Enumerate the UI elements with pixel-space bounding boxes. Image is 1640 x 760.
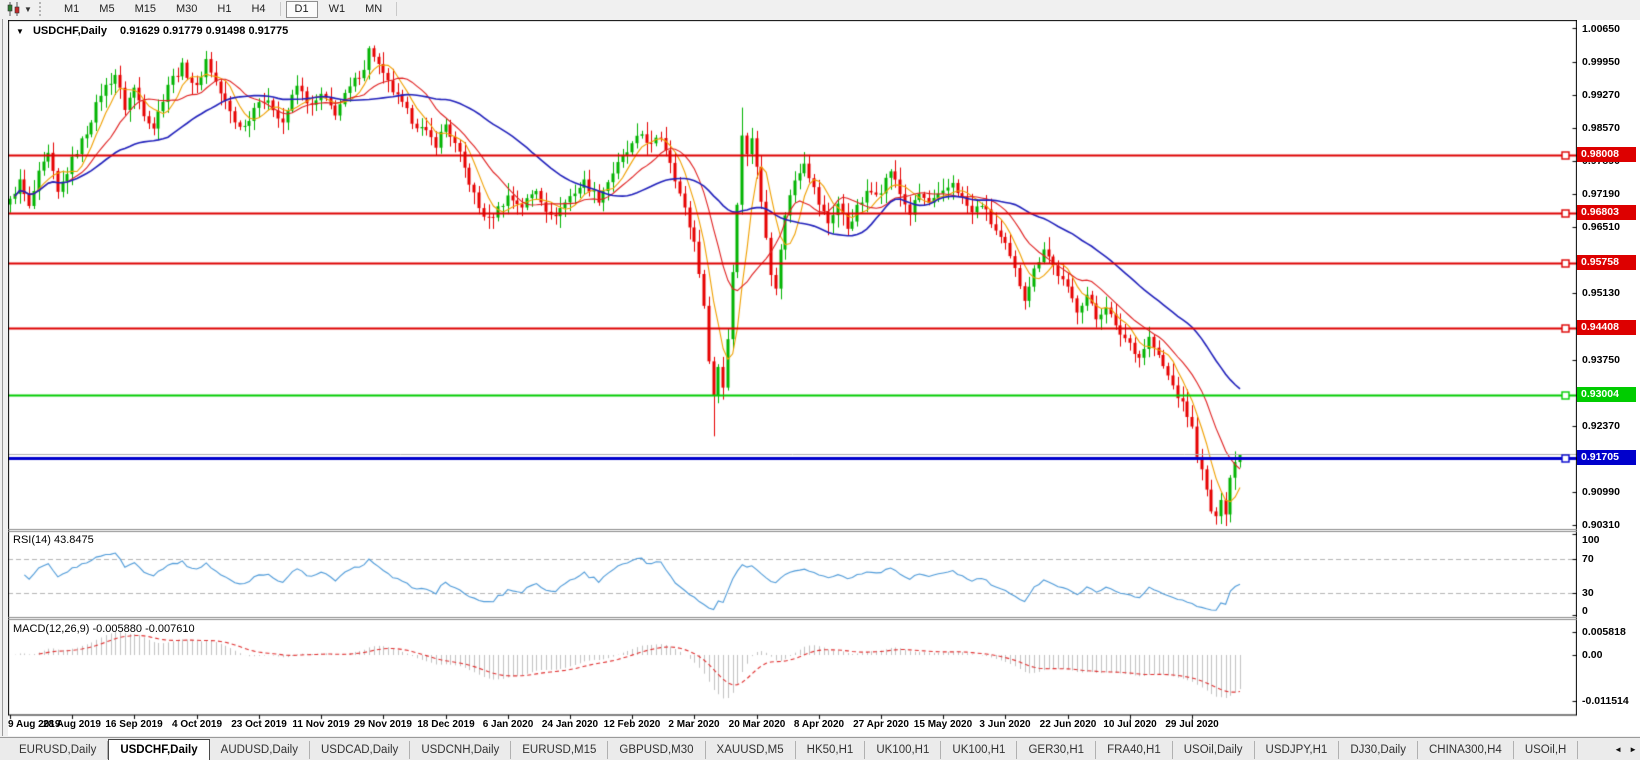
price-tick-label: 0.93750	[1582, 353, 1620, 366]
price-tick-label: 0.98570	[1582, 122, 1620, 135]
chart-tab-usdcad-daily[interactable]: USDCAD,Daily	[310, 740, 411, 759]
toolbar-grip[interactable]	[39, 2, 46, 16]
chart-tab-dj30-daily[interactable]: DJ30,Daily	[1339, 740, 1418, 759]
macd-indicator-label: MACD(12,26,9) -0.005880 -0.007610	[13, 623, 195, 635]
timeframe-button-h4[interactable]: H4	[242, 1, 274, 18]
date-tick-label: 22 Jun 2020	[1039, 719, 1097, 730]
symbol-title: USDCHF,Daily	[32, 25, 107, 37]
chart-tab-usoil-h[interactable]: USOil,H	[1514, 740, 1579, 759]
price-axis[interactable]: 1.006500.999500.992700.985700.978900.971…	[1577, 20, 1640, 736]
chart-tab-usoil-daily[interactable]: USOil,Daily	[1173, 740, 1255, 759]
ohlc-values: 0.91629 0.91779 0.91498 0.91775	[120, 25, 289, 37]
price-tick-label: 0.99270	[1582, 88, 1620, 101]
timeframe-toolbar: M1 M5 M15 M30 H1 H4 D1 W1 MN	[54, 0, 401, 18]
date-tick-label: 24 Jan 2020	[541, 719, 599, 730]
chart-tab-eurusd-m15[interactable]: EURUSD,M15	[511, 740, 609, 759]
date-tick-label: 20 Mar 2020	[728, 719, 786, 730]
date-tick-label: 15 May 2020	[913, 719, 973, 730]
tab-scroll-left-icon[interactable]: ◄	[1614, 745, 1622, 754]
price-level-label: 0.91705	[1577, 449, 1636, 465]
date-tick-label: 10 Jul 2020	[1103, 719, 1157, 730]
chart-tab-eurusd-daily[interactable]: EURUSD,Daily	[8, 740, 109, 759]
collapse-triangle-icon[interactable]: ▼	[16, 27, 24, 36]
chart-tab-usdcnh-daily[interactable]: USDCNH,Daily	[410, 740, 512, 759]
rsi-tick-label: 0	[1582, 605, 1588, 617]
chart-tab-fra40-h1[interactable]: FRA40,H1	[1096, 740, 1173, 759]
price-tick-label: 0.95130	[1582, 287, 1620, 300]
toolbar-separator	[279, 2, 281, 16]
price-level-label: 0.93004	[1577, 387, 1636, 403]
price-level-label: 0.96803	[1577, 205, 1636, 221]
date-tick-label: 3 Jun 2020	[979, 719, 1031, 730]
price-tick-label: 0.90990	[1582, 485, 1620, 498]
date-tick-label: 4 Oct 2019	[171, 719, 223, 730]
rsi-indicator-label: RSI(14) 43.8475	[13, 534, 94, 546]
chart-tab-gbpusd-m30[interactable]: GBPUSD,M30	[608, 740, 706, 759]
date-tick-label: 23 Oct 2019	[231, 719, 287, 730]
price-level-label: 0.95758	[1577, 255, 1636, 271]
chart-tabs: EURUSD,Daily USDCHF,Daily AUDUSD,Daily USDC…	[0, 738, 1608, 760]
chart-tab-hk50-h1[interactable]: HK50,H1	[796, 740, 866, 759]
chart-tab-bar: EURUSD,Daily USDCHF,Daily AUDUSD,Daily USDC…	[0, 737, 1640, 760]
chart-tab-china300-h4[interactable]: CHINA300,H4	[1418, 740, 1514, 759]
price-tick-label: 0.97190	[1582, 188, 1620, 201]
window-edge-divider	[2, 19, 3, 736]
chart-tab-xauusd-m5[interactable]: XAUUSD,M5	[706, 740, 796, 759]
date-tick-label: 16 Sep 2019	[105, 719, 163, 730]
timeframe-button-m30[interactable]: M30	[167, 1, 206, 18]
rsi-tick-label: 30	[1582, 587, 1594, 599]
timeframe-button-m1[interactable]: M1	[55, 1, 88, 18]
macd-tick-label: 0.005818	[1582, 626, 1626, 638]
macd-panel-splitter[interactable]	[8, 616, 1577, 621]
date-tick-label: 29 Nov 2019	[354, 719, 412, 730]
chart-tab-audusd-daily[interactable]: AUDUSD,Daily	[210, 740, 310, 759]
date-tick-label: 6 Jan 2020	[482, 719, 534, 730]
rsi-panel-splitter[interactable]	[8, 528, 1577, 533]
timeframe-button-h1[interactable]: H1	[208, 1, 240, 18]
date-tick-label: 28 Aug 2019	[43, 719, 101, 730]
tab-scroll-arrows: ◄ ►	[1608, 738, 1637, 760]
macd-tick-label: 0.00	[1582, 649, 1603, 661]
rsi-tick-label: 100	[1582, 534, 1600, 546]
timeframe-button-mn[interactable]: MN	[356, 1, 391, 18]
date-tick-label: 12 Feb 2020	[603, 719, 661, 730]
date-tick-label: 8 Apr 2020	[793, 719, 845, 730]
price-tick-label: 1.00650	[1582, 23, 1620, 35]
chart-canvas[interactable]	[8, 20, 1577, 736]
price-level-label: 0.94408	[1577, 319, 1636, 335]
chart-title: ▼ USDCHF,Daily 0.91629 0.91779 0.91498 0…	[16, 25, 288, 37]
tab-scroll-right-icon[interactable]: ►	[1629, 745, 1637, 754]
top-toolbar: ▼ M1 M5 M15 M30 H1 H4 D1 W1 MN	[0, 0, 1640, 18]
chart-tab-usdchf-daily[interactable]: USDCHF,Daily	[108, 738, 210, 760]
chart-tab-ger30-h1[interactable]: GER30,H1	[1017, 740, 1097, 759]
rsi-tick-label: 70	[1582, 553, 1594, 565]
date-tick-label: 27 Apr 2020	[853, 719, 909, 730]
price-tick-label: 0.92370	[1582, 419, 1620, 432]
toolbar-separator	[396, 2, 398, 16]
price-tick-label: 0.96510	[1582, 221, 1620, 234]
date-tick-label: 11 Nov 2019	[292, 719, 350, 730]
chart-tab-uk100-h1[interactable]: UK100,H1	[941, 740, 1018, 759]
date-tick-label: 29 Jul 2020	[1165, 719, 1219, 730]
macd-tick-label: -0.011514	[1582, 694, 1629, 707]
chart-tab-usdjpy-h1[interactable]: USDJPY,H1	[1255, 740, 1340, 759]
timeframe-button-w1[interactable]: W1	[320, 1, 355, 18]
chart-tab-uk100-h1[interactable]: UK100,H1	[865, 740, 942, 759]
timeframe-button-m15[interactable]: M15	[126, 1, 165, 18]
timeframe-button-d1[interactable]: D1	[285, 0, 318, 18]
timeframe-button-m5[interactable]: M5	[90, 1, 123, 18]
date-tick-label: 18 Dec 2019	[417, 719, 475, 730]
price-tick-label: 0.99950	[1582, 56, 1620, 68]
date-axis[interactable]: 9 Aug 2019 28 Aug 2019 16 Sep 2019 4 Oct 20…	[0, 717, 1577, 735]
price-level-label: 0.98008	[1577, 147, 1636, 163]
chevron-down-icon[interactable]: ▼	[23, 5, 33, 14]
price-tick-label: 0.90310	[1582, 518, 1620, 531]
candlestick-chart-icon[interactable]	[3, 1, 23, 17]
date-tick-label: 2 Mar 2020	[668, 719, 720, 730]
